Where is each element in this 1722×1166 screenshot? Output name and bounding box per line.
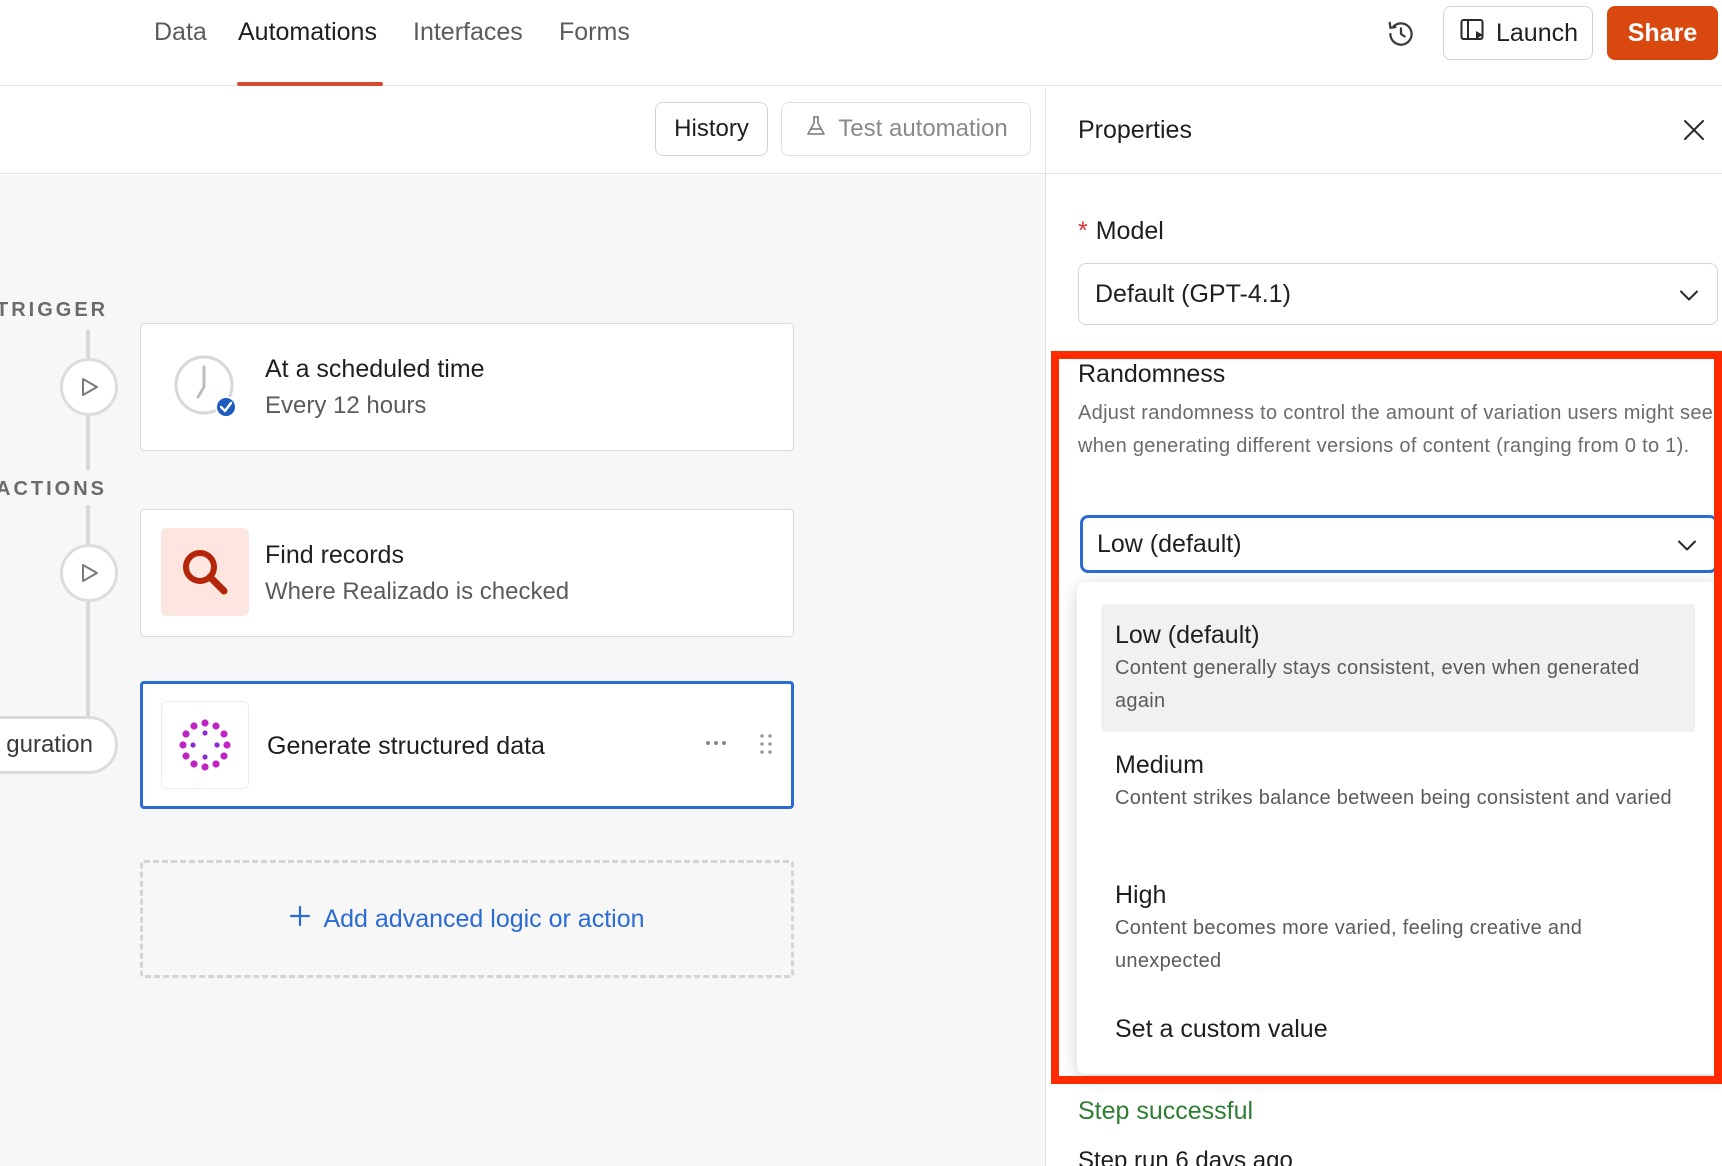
plus-icon [289, 905, 311, 934]
chevron-down-icon [1677, 530, 1697, 559]
drag-handle-icon[interactable] [757, 730, 775, 763]
option-description: Content strikes balance between being co… [1115, 787, 1672, 809]
randomness-dropdown-menu: Low (default) Content generally stays co… [1077, 582, 1722, 1074]
launch-icon [1460, 18, 1486, 49]
close-icon[interactable] [1681, 117, 1707, 143]
panel-title: Properties [1078, 116, 1192, 144]
trigger-card[interactable]: At a scheduled time Every 12 hours [140, 323, 794, 451]
option-title: Set a custom value [1115, 1015, 1328, 1043]
launch-button[interactable]: Launch [1443, 6, 1593, 60]
randomness-description: Adjust randomness to control the amount … [1078, 402, 1714, 457]
randomness-title: Randomness [1078, 360, 1226, 388]
card-title: Find records [265, 541, 404, 569]
step-run-time: Step run 6 days ago [1078, 1147, 1293, 1166]
panel-header: Properties [1046, 87, 1722, 174]
option-title: High [1115, 881, 1167, 909]
card-title: Generate structured data [267, 732, 545, 760]
randomness-select-value: Low (default) [1097, 529, 1242, 558]
required-marker: * [1078, 217, 1088, 245]
play-icon[interactable] [60, 544, 118, 602]
tab-forms[interactable]: Forms [559, 18, 630, 47]
step-status: Step successful [1078, 1097, 1254, 1125]
canvas-toolbar: History Test automation [0, 87, 1045, 174]
configuration-pill[interactable]: guration [0, 716, 118, 774]
flask-icon [804, 114, 828, 145]
tab-data[interactable]: Data [154, 18, 207, 47]
search-icon [161, 528, 249, 616]
automation-canvas: TRIGGER ACTIONS At a scheduled time Ever… [0, 175, 1045, 1166]
option-title: Low (default) [1115, 621, 1260, 649]
clock-icon [161, 342, 249, 430]
chevron-down-icon [1679, 280, 1699, 309]
add-action-label: Add advanced logic or action [323, 904, 645, 933]
ai-sparkle-icon [161, 701, 249, 789]
option-medium[interactable]: Medium Content strikes balance between b… [1101, 734, 1695, 829]
option-low[interactable]: Low (default) Content generally stays co… [1101, 604, 1695, 732]
option-description: Content generally stays consistent, even… [1115, 657, 1640, 712]
share-button[interactable]: Share [1607, 6, 1718, 60]
play-icon[interactable] [60, 358, 118, 416]
tab-interfaces[interactable]: Interfaces [413, 18, 523, 47]
model-select-value: Default (GPT-4.1) [1095, 279, 1291, 308]
option-description: Content becomes more varied, feeling cre… [1115, 917, 1583, 972]
model-label-text: Model [1095, 217, 1164, 245]
model-select[interactable]: Default (GPT-4.1) [1078, 263, 1718, 325]
history-icon[interactable] [1386, 19, 1416, 49]
active-tab-indicator [237, 82, 383, 86]
card-title: At a scheduled time [265, 355, 485, 383]
test-automation-button[interactable]: Test automation [781, 102, 1031, 156]
test-automation-label: Test automation [838, 115, 1008, 142]
tab-automations[interactable]: Automations [238, 18, 377, 47]
model-label: * Model [1078, 217, 1164, 246]
top-nav: Data Automations Interfaces Forms Launch… [0, 0, 1722, 86]
actions-section-label: ACTIONS [0, 478, 107, 500]
trigger-section-label: TRIGGER [0, 299, 109, 321]
card-subtitle: Where Realizado is checked [265, 578, 570, 605]
randomness-select[interactable]: Low (default) [1080, 515, 1718, 573]
generate-structured-data-card[interactable]: Generate structured data [140, 681, 794, 809]
history-button[interactable]: History [655, 102, 768, 156]
find-records-card[interactable]: Find records Where Realizado is checked [140, 509, 794, 637]
add-action-button[interactable]: Add advanced logic or action [140, 860, 794, 978]
launch-label: Launch [1496, 18, 1579, 47]
more-options-icon[interactable] [703, 730, 729, 761]
option-title: Medium [1115, 751, 1204, 779]
option-custom[interactable]: Set a custom value [1101, 998, 1695, 1060]
option-high[interactable]: High Content becomes more varied, feelin… [1101, 864, 1695, 992]
card-subtitle: Every 12 hours [265, 392, 427, 419]
